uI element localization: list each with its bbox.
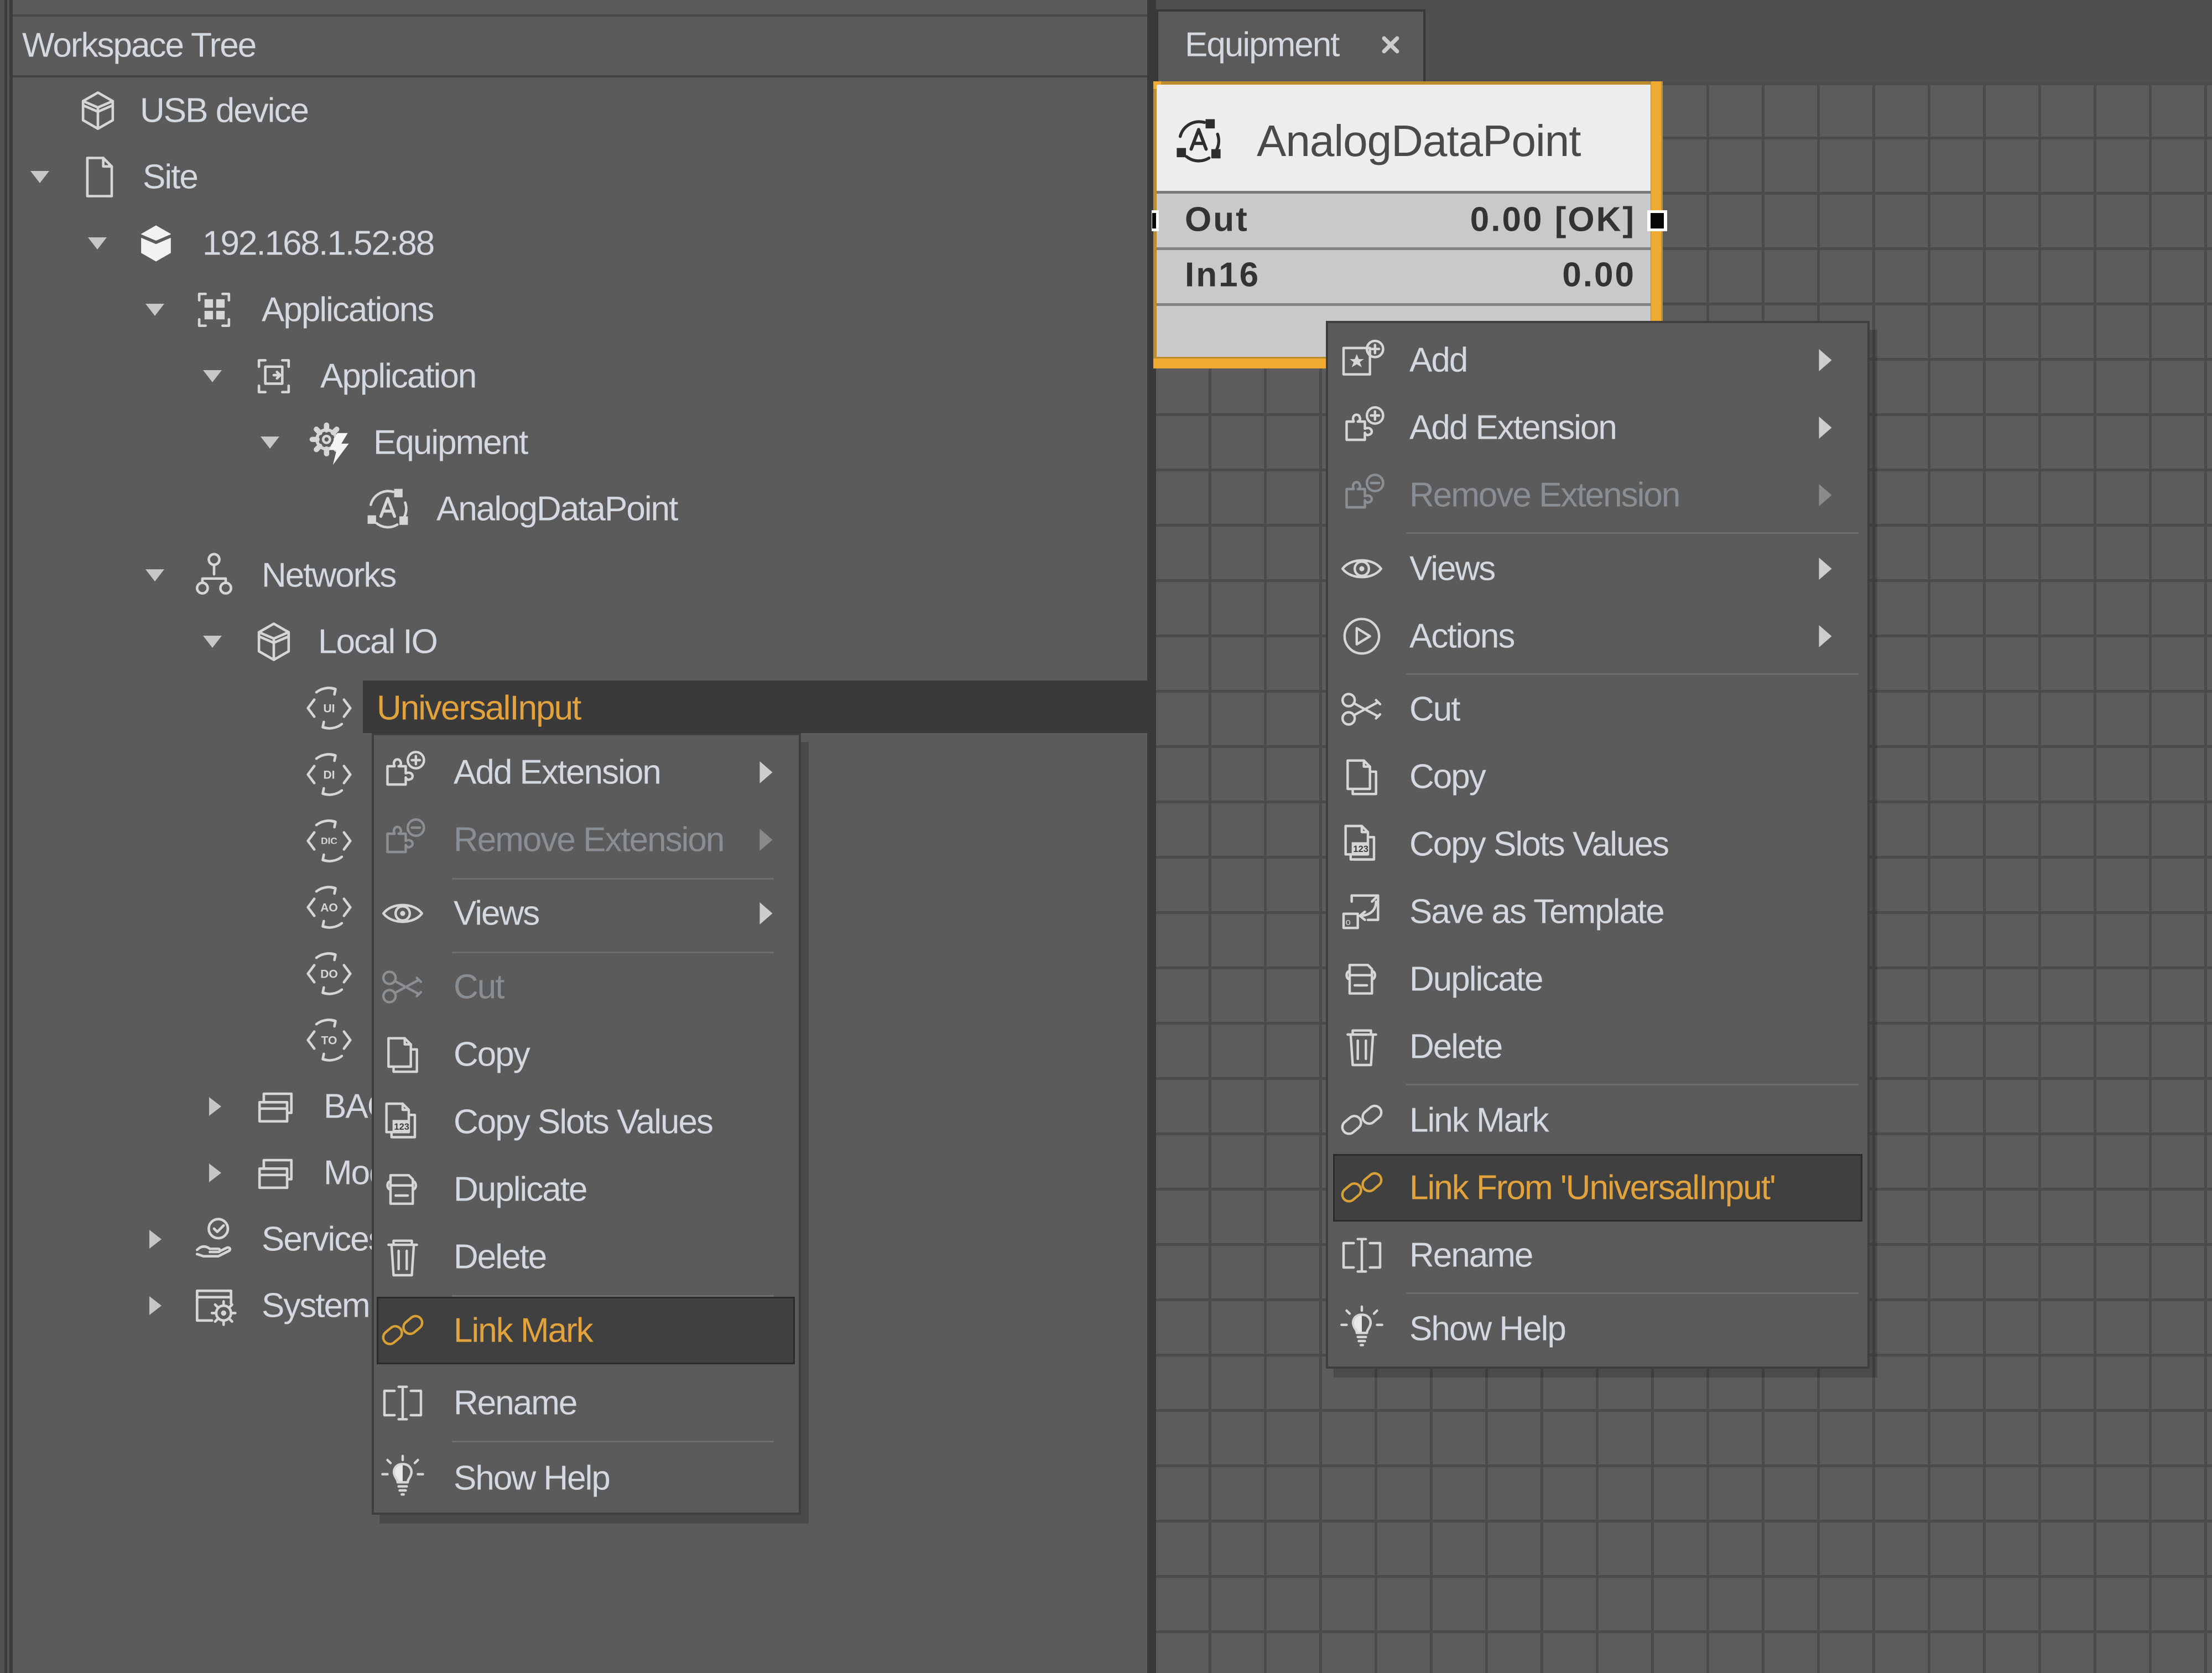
svg-text:UI: UI <box>323 703 335 715</box>
svg-text:DO: DO <box>320 968 338 981</box>
svg-text:AO: AO <box>320 902 338 915</box>
svg-text:DIC: DIC <box>321 835 337 846</box>
svg-text:TO: TO <box>321 1035 337 1047</box>
svg-text:DI: DI <box>323 769 335 782</box>
